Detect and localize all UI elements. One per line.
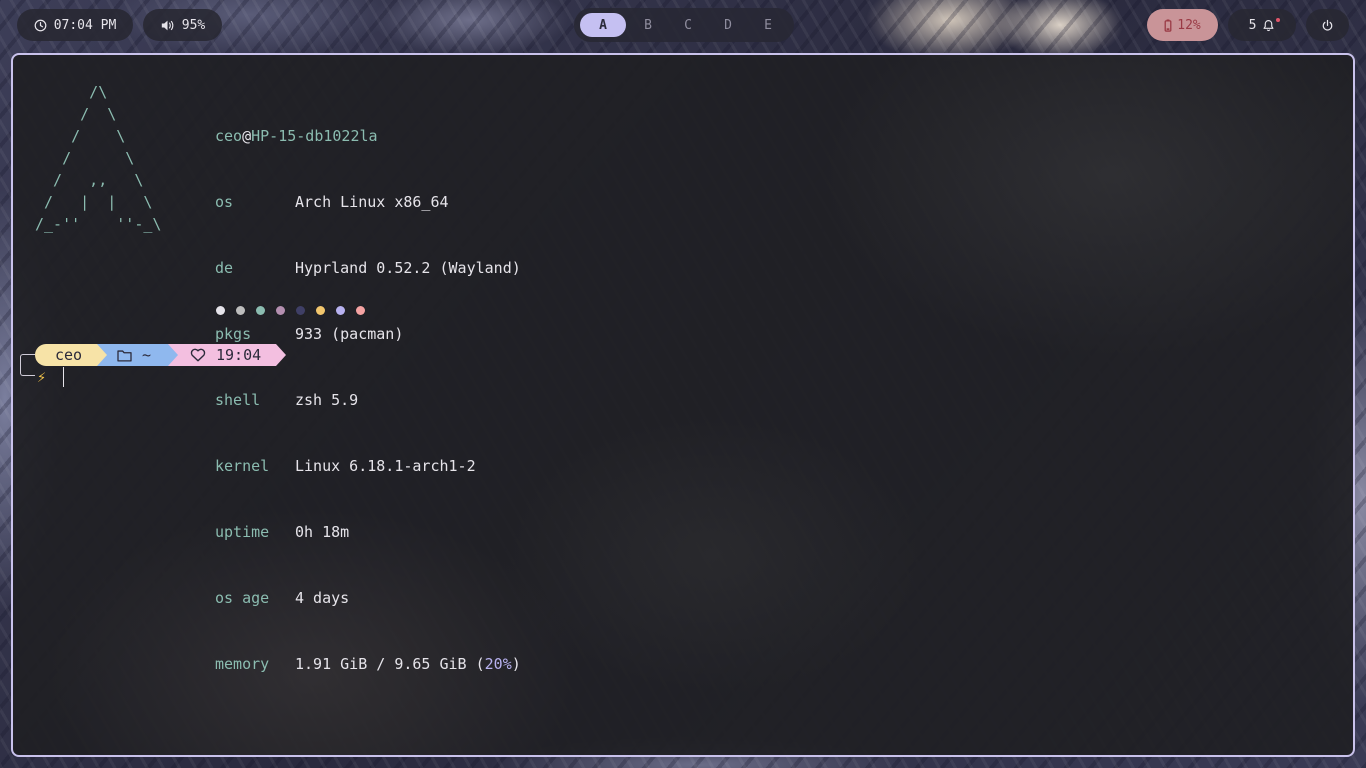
clock-icon (34, 19, 47, 32)
battery-low-icon (1164, 18, 1172, 32)
notification-dot (1276, 17, 1281, 22)
top-bar: 07:04 PM 95% A B C D E 12% 5 (0, 0, 1366, 52)
palette-dot (356, 306, 365, 315)
text-cursor (63, 367, 64, 387)
fetch-row-uptime: uptime 0h 18m (215, 523, 350, 541)
fetch-row-shell: shell zsh 5.9 (215, 391, 359, 409)
workspace-switcher: A B C D E (574, 8, 794, 42)
clock-text: 07:04 PM (53, 17, 117, 33)
power-icon (1321, 19, 1334, 32)
terminal-window[interactable]: /\ / \ / \ / \ / ,, \ / | | \ /_-'' ''-_… (11, 53, 1355, 757)
folder-icon (117, 349, 132, 362)
fetch-info: ceo@HP-15-db1022la os Arch Linux x86_64 d… (215, 81, 521, 719)
notification-count: 5 (1248, 17, 1257, 33)
palette-dot (256, 306, 265, 315)
heart-icon (190, 348, 206, 362)
palette-dot (276, 306, 285, 315)
fetch-row-de: de Hyprland 0.52.2 (Wayland) (215, 259, 521, 277)
color-palette (216, 306, 376, 315)
workspace-button-e[interactable]: E (745, 13, 791, 37)
prompt-connector (20, 354, 35, 376)
notifications-widget[interactable]: 5 (1228, 9, 1296, 41)
fetch-row-os: os Arch Linux x86_64 (215, 193, 449, 211)
prompt-dir-segment: ~ (97, 344, 179, 366)
volume-text: 95% (181, 17, 206, 33)
palette-dot (216, 306, 225, 315)
battery-widget[interactable]: 12% (1147, 9, 1218, 41)
clock-widget[interactable]: 07:04 PM (17, 9, 133, 41)
palette-dot (316, 306, 325, 315)
palette-dot (336, 306, 345, 315)
fetch-row-pkgs: pkgs 933 (pacman) (215, 325, 404, 343)
power-button[interactable] (1306, 9, 1349, 41)
arch-ascii-logo: /\ / \ / \ / \ / ,, \ / | | \ /_-'' ''-_… (35, 83, 162, 233)
fetch-row-memory: memory 1.91 GiB / 9.65 GiB (20%) (215, 655, 521, 673)
speaker-icon (160, 19, 175, 32)
volume-widget[interactable]: 95% (143, 9, 222, 41)
workspace-button-a[interactable]: A (580, 13, 626, 37)
prompt-time-segment: 19:04 (168, 344, 286, 366)
palette-dot (236, 306, 245, 315)
fetch-row-kernel: kernel Linux 6.18.1-arch1-2 (215, 457, 476, 475)
battery-text: 12% (1177, 17, 1201, 33)
user-host-line: ceo@HP-15-db1022la (215, 127, 378, 145)
fetch-row-os-age: os age 4 days (215, 589, 350, 607)
bell-icon (1262, 17, 1281, 32)
prompt-symbol: ⚡ (37, 368, 47, 386)
palette-dot (296, 306, 305, 315)
